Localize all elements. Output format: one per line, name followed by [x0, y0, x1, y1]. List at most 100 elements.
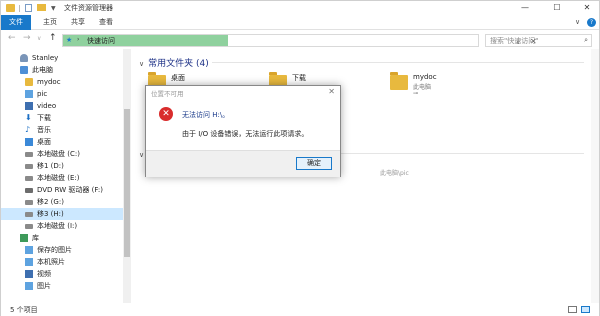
group-divider — [212, 62, 584, 63]
pictures-icon — [25, 282, 33, 290]
video-icon — [25, 270, 33, 278]
ribbon-tabs: 文件 主页 共享 查看 ∨ ? — [1, 15, 599, 30]
sidebar-item[interactable]: ⬇ 下载 — [1, 112, 123, 124]
breadcrumb-chevron-icon[interactable]: › — [77, 36, 79, 43]
customize-toolbar-icon[interactable]: ▼ — [51, 5, 60, 13]
dialog-title-bar: 位置不可用 ✕ — [146, 86, 340, 98]
recent-locations-icon[interactable]: ∨ — [37, 35, 41, 42]
sidebar-item-label: 视频 — [37, 270, 51, 278]
dialog-title: 位置不可用 — [151, 90, 184, 98]
folder-name: mydoc — [413, 73, 437, 81]
sidebar-item[interactable]: 图片 — [1, 280, 123, 292]
quick-access-star-icon: ★ — [66, 36, 73, 44]
sidebar-item[interactable]: 此电脑 — [1, 64, 123, 76]
navigation-pane: Stanley 此电脑 mydoc pic video ⬇ 下载 ♪ 音乐桌面本地磁盘 (C:)… — [1, 49, 131, 303]
sidebar-item[interactable]: mydoc — [1, 76, 123, 88]
sidebar-item[interactable]: 移3 (H:) — [1, 208, 123, 220]
close-button[interactable]: ✕ — [573, 1, 600, 15]
expand-ribbon-icon[interactable]: ∨ — [575, 18, 580, 26]
folder-name: 桌面 — [171, 74, 185, 82]
status-bar: 5 个项目 — [1, 303, 599, 316]
drive-icon — [25, 176, 33, 181]
details-view-icon[interactable] — [568, 306, 577, 313]
sidebar-item-label: 桌面 — [37, 138, 51, 146]
sidebar-item-label: 此电脑 — [32, 66, 53, 74]
sidebar-item-label: 本地磁盘 (E:) — [37, 174, 80, 182]
sidebar-item[interactable]: 库 — [1, 232, 123, 244]
help-icon[interactable]: ? — [587, 18, 596, 27]
pictures-icon — [25, 246, 33, 254]
dialog-close-icon[interactable]: ✕ — [328, 87, 335, 96]
large-icons-view-icon[interactable] — [581, 306, 590, 313]
tab-home[interactable]: 主页 — [37, 15, 63, 30]
sidebar-item[interactable]: 本地磁盘 (I:) — [1, 220, 123, 232]
navigation-pane-scroll-thumb[interactable] — [124, 109, 130, 257]
dialog-detail: 由于 I/O 设备错误，无法运行此项请求。 — [182, 130, 309, 138]
sidebar-item-label: 本地磁盘 (I:) — [37, 222, 78, 230]
ok-button[interactable]: 确定 — [296, 157, 332, 170]
computer-icon — [20, 66, 28, 74]
sidebar-item[interactable]: 本地磁盘 (C:) — [1, 148, 123, 160]
pictures-icon — [25, 258, 33, 266]
search-input[interactable]: 搜索"快速访问" ⌕ — [485, 34, 592, 47]
music-icon: ♪ — [25, 125, 31, 134]
sidebar-item-label: 下载 — [37, 114, 51, 122]
sidebar-item[interactable]: pic — [1, 88, 123, 100]
chevron-down-icon: ∨ — [139, 60, 145, 68]
library-icon — [20, 234, 28, 242]
properties-icon[interactable] — [25, 4, 32, 12]
navigation-bar: ← → ∨ ↑ ★ › 快速访问 ∨ ✕ 搜索"快速访问" ⌕ — [1, 31, 599, 49]
sidebar-item-label: 图片 — [37, 282, 51, 290]
folder-icon — [25, 78, 33, 86]
dvd-drive-icon — [25, 188, 33, 193]
dialog-message: 无法访问 H:\。 — [182, 111, 230, 119]
folder-name: 下载 — [292, 74, 306, 82]
search-placeholder: 搜索"快速访问" — [490, 37, 539, 45]
address-bar[interactable]: ★ › 快速访问 ∨ ✕ — [62, 34, 537, 47]
maximize-button[interactable]: ☐ — [543, 1, 571, 15]
minimize-button[interactable]: — — [511, 1, 539, 15]
search-icon[interactable]: ⌕ — [584, 36, 588, 45]
quick-access-separator — [19, 5, 20, 12]
forward-button[interactable]: → — [23, 33, 31, 43]
pictures-icon — [25, 90, 33, 98]
drive-icon — [25, 200, 33, 205]
sidebar-item[interactable]: 保存的图片 — [1, 244, 123, 256]
sidebar-item[interactable]: 移2 (G:) — [1, 196, 123, 208]
sidebar-item[interactable]: Stanley — [1, 52, 123, 64]
user-icon — [20, 54, 28, 62]
video-icon — [25, 102, 33, 110]
recent-file-path: 此电脑\pic — [380, 170, 409, 177]
folder-tile-mydoc[interactable]: mydoc 此电脑 ⊸ — [390, 72, 480, 107]
sidebar-item-label: 移3 (H:) — [37, 210, 64, 218]
tab-file[interactable]: 文件 — [1, 15, 31, 30]
sidebar-item-label: mydoc — [37, 78, 61, 86]
sidebar-item[interactable]: 本地磁盘 (E:) — [1, 172, 123, 184]
folder-icon — [390, 72, 408, 90]
download-icon: ⬇ — [25, 113, 32, 122]
item-count: 5 个项目 — [10, 306, 38, 314]
tab-share[interactable]: 共享 — [65, 15, 91, 30]
tab-view[interactable]: 查看 — [93, 15, 119, 30]
content-scrollbar[interactable] — [591, 49, 599, 303]
up-button[interactable]: ↑ — [49, 33, 57, 43]
sidebar-item[interactable]: DVD RW 驱动器 (F:) — [1, 184, 123, 196]
sidebar-item-label: 保存的图片 — [37, 246, 72, 254]
sidebar-item[interactable]: ♪ 音乐 — [1, 124, 123, 136]
sidebar-item-label: video — [37, 102, 57, 110]
drive-icon — [25, 224, 33, 229]
frequent-folders-header[interactable]: ∨ 常用文件夹 (4) — [139, 56, 209, 69]
desktop-icon — [25, 138, 33, 146]
pin-icon: ⊸ — [413, 90, 419, 97]
sidebar-item[interactable]: 本机照片 — [1, 256, 123, 268]
window-title: 文件资源管理器 — [64, 4, 113, 12]
drive-icon — [25, 164, 33, 169]
sidebar-item[interactable]: 桌面 — [1, 136, 123, 148]
sidebar-item[interactable]: 视频 — [1, 268, 123, 280]
back-button[interactable]: ← — [8, 33, 16, 43]
sidebar-item[interactable]: video — [1, 100, 123, 112]
new-folder-icon[interactable] — [37, 4, 46, 11]
navigation-pane-scrollbar[interactable] — [123, 49, 131, 303]
sidebar-item[interactable]: 移1 (D:) — [1, 160, 123, 172]
breadcrumb-location[interactable]: 快速访问 — [87, 36, 115, 46]
